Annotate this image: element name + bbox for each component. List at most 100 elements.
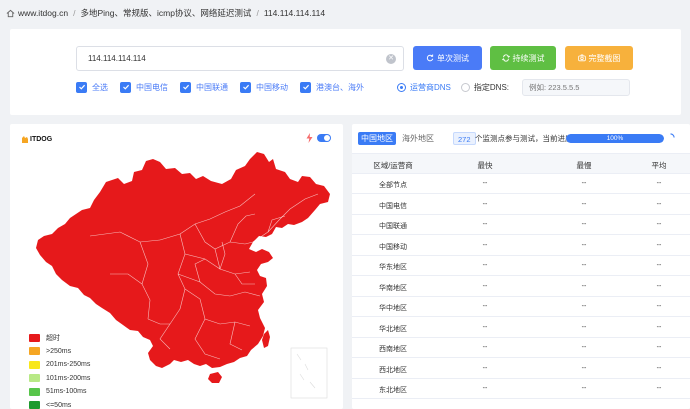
slowest-cell: -- (581, 180, 587, 187)
checkbox-unicom[interactable]: 中国联通 (180, 81, 228, 93)
legend-swatch (29, 401, 40, 409)
legend-item: 超时 (29, 331, 90, 345)
region-cell: 西北地区 (379, 366, 407, 374)
checkbox-label: 中国电信 (136, 82, 168, 92)
table-row: 中国联通 -- -- -- (352, 215, 690, 235)
breadcrumb-separator: / (256, 8, 259, 18)
slowest-cell: -- (581, 282, 587, 290)
dog-logo-icon (22, 136, 28, 143)
average-cell: -- (656, 241, 662, 249)
screenshot-button[interactable]: 完整截图 (565, 46, 633, 70)
region-cell: 华南地区 (379, 284, 407, 292)
checkbox-checked-icon (240, 81, 251, 93)
checkbox-mobile[interactable]: 中国移动 (240, 81, 288, 93)
slowest-cell: -- (581, 364, 587, 372)
host-input[interactable] (77, 47, 367, 70)
fastest-cell: -- (482, 344, 488, 351)
fastest-cell: -- (482, 323, 488, 331)
radio-custom-dns-label[interactable]: 指定DNS: (474, 82, 509, 93)
checkbox-checked-icon (76, 81, 87, 93)
average-cell: -- (656, 385, 662, 392)
checkbox-label: 中国联通 (196, 82, 228, 92)
table-row: 中国移动 -- -- -- (352, 236, 690, 256)
region-cell: 中国联通 (379, 223, 407, 230)
legend-item: 51ms-100ms (29, 385, 90, 399)
legend-item: >250ms (29, 345, 90, 359)
fastest-cell: -- (482, 364, 488, 372)
column-header-region: 区域/运营商 (373, 161, 413, 170)
south-china-sea-inset (290, 347, 328, 399)
home-icon (6, 9, 15, 17)
tab-china[interactable]: 中国地区 (358, 132, 396, 145)
map-animation-toggle[interactable] (317, 134, 331, 142)
fastest-cell: -- (482, 282, 488, 290)
breadcrumb-home-link[interactable]: www.itdog.cn (18, 8, 68, 18)
region-tabs: 中国地区 海外地区 (358, 132, 440, 145)
tab-overseas[interactable]: 海外地区 (399, 132, 437, 145)
china-map-panel: ITDOG 超时 >250ms 201ms-250ms 101ms-200ms … (10, 124, 343, 409)
test-control-panel: ✕ 单次测试 持续测试 完整截图 全选 中国电信 中国联通 中国移动 港澳 (10, 29, 681, 115)
legend-label: 51ms-100ms (46, 388, 87, 396)
sync-icon (501, 54, 510, 62)
region-cell: 华北地区 (379, 325, 407, 333)
progress-bar: 100% (566, 134, 664, 143)
table-row: 华中地区 -- -- -- (352, 297, 690, 317)
table-row: 东北地区 -- -- -- (352, 379, 690, 399)
average-cell: -- (656, 344, 662, 351)
fastest-cell: -- (482, 180, 488, 187)
fastest-cell: -- (482, 262, 488, 269)
radio-operator-dns[interactable] (397, 83, 406, 92)
slowest-cell: -- (581, 323, 587, 331)
fastest-cell: -- (482, 241, 488, 249)
fastest-cell: -- (482, 200, 488, 208)
custom-dns-input[interactable] (522, 79, 631, 96)
table-row: 华南地区 -- -- -- (352, 277, 690, 297)
legend-swatch (29, 347, 40, 356)
legend-item: 101ms-200ms (29, 372, 90, 386)
fastest-cell: -- (482, 385, 488, 392)
host-input-wrapper: ✕ (76, 46, 404, 71)
table-row: 西北地区 -- -- -- (352, 359, 690, 379)
legend-swatch (29, 374, 40, 383)
legend-swatch (29, 333, 40, 342)
legend-swatch (29, 387, 40, 396)
single-test-label: 单次测试 (437, 53, 469, 63)
region-cell: 西南地区 (379, 346, 407, 353)
checkbox-checked-icon (300, 81, 311, 93)
region-cell: 华东地区 (379, 264, 407, 271)
checkbox-select-all[interactable]: 全选 (76, 81, 108, 93)
checkbox-overseas[interactable]: 港澳台、海外 (300, 81, 364, 93)
radio-operator-dns-label[interactable]: 运营商DNS (410, 82, 451, 93)
clear-icon[interactable]: ✕ (386, 54, 396, 64)
average-cell: -- (656, 303, 662, 310)
checkbox-telecom[interactable]: 中国电信 (120, 81, 168, 93)
slowest-cell: -- (581, 303, 587, 310)
checkbox-label: 港澳台、海外 (316, 82, 364, 92)
breadcrumb-current: 114.114.114.114 (263, 8, 326, 18)
table-row: 华东地区 -- -- -- (352, 256, 690, 276)
table-row: 华北地区 -- -- -- (352, 318, 690, 338)
isp-filter-checkboxes: 全选 中国电信 中国联通 中国移动 港澳台、海外 (76, 81, 376, 93)
node-count-text: 个监测点参与测试，当前进度: (475, 134, 575, 143)
continuous-test-button[interactable]: 持续测试 (490, 46, 556, 70)
radio-custom-dns[interactable] (460, 83, 470, 92)
slowest-cell: -- (581, 221, 587, 228)
average-cell: -- (656, 200, 662, 208)
region-cell: 中国移动 (379, 243, 407, 251)
checkbox-checked-icon (180, 81, 191, 93)
results-panel: 中国地区 海外地区 272 个监测点参与测试，当前进度: 100% 区域/运营商… (352, 124, 690, 409)
fastest-cell: -- (482, 303, 488, 310)
average-cell: -- (656, 323, 662, 331)
camera-icon (577, 54, 586, 62)
column-header-average: 平均 (651, 161, 667, 170)
results-table-header: 区域/运营商 最快 最慢 平均 (352, 153, 690, 174)
region-cell: 东北地区 (379, 387, 407, 394)
table-row: 西南地区 -- -- -- (352, 338, 690, 358)
checkbox-label: 中国移动 (256, 82, 288, 92)
single-test-button[interactable]: 单次测试 (413, 46, 482, 70)
breadcrumb-category-link[interactable]: 多地Ping、常规版、icmp协议、网络延迟测试 (80, 7, 251, 19)
node-count-badge: 272 (453, 132, 476, 145)
lightning-icon (306, 133, 313, 143)
column-header-slowest: 最慢 (576, 161, 592, 170)
table-row: 中国电信 -- -- -- (352, 195, 690, 215)
